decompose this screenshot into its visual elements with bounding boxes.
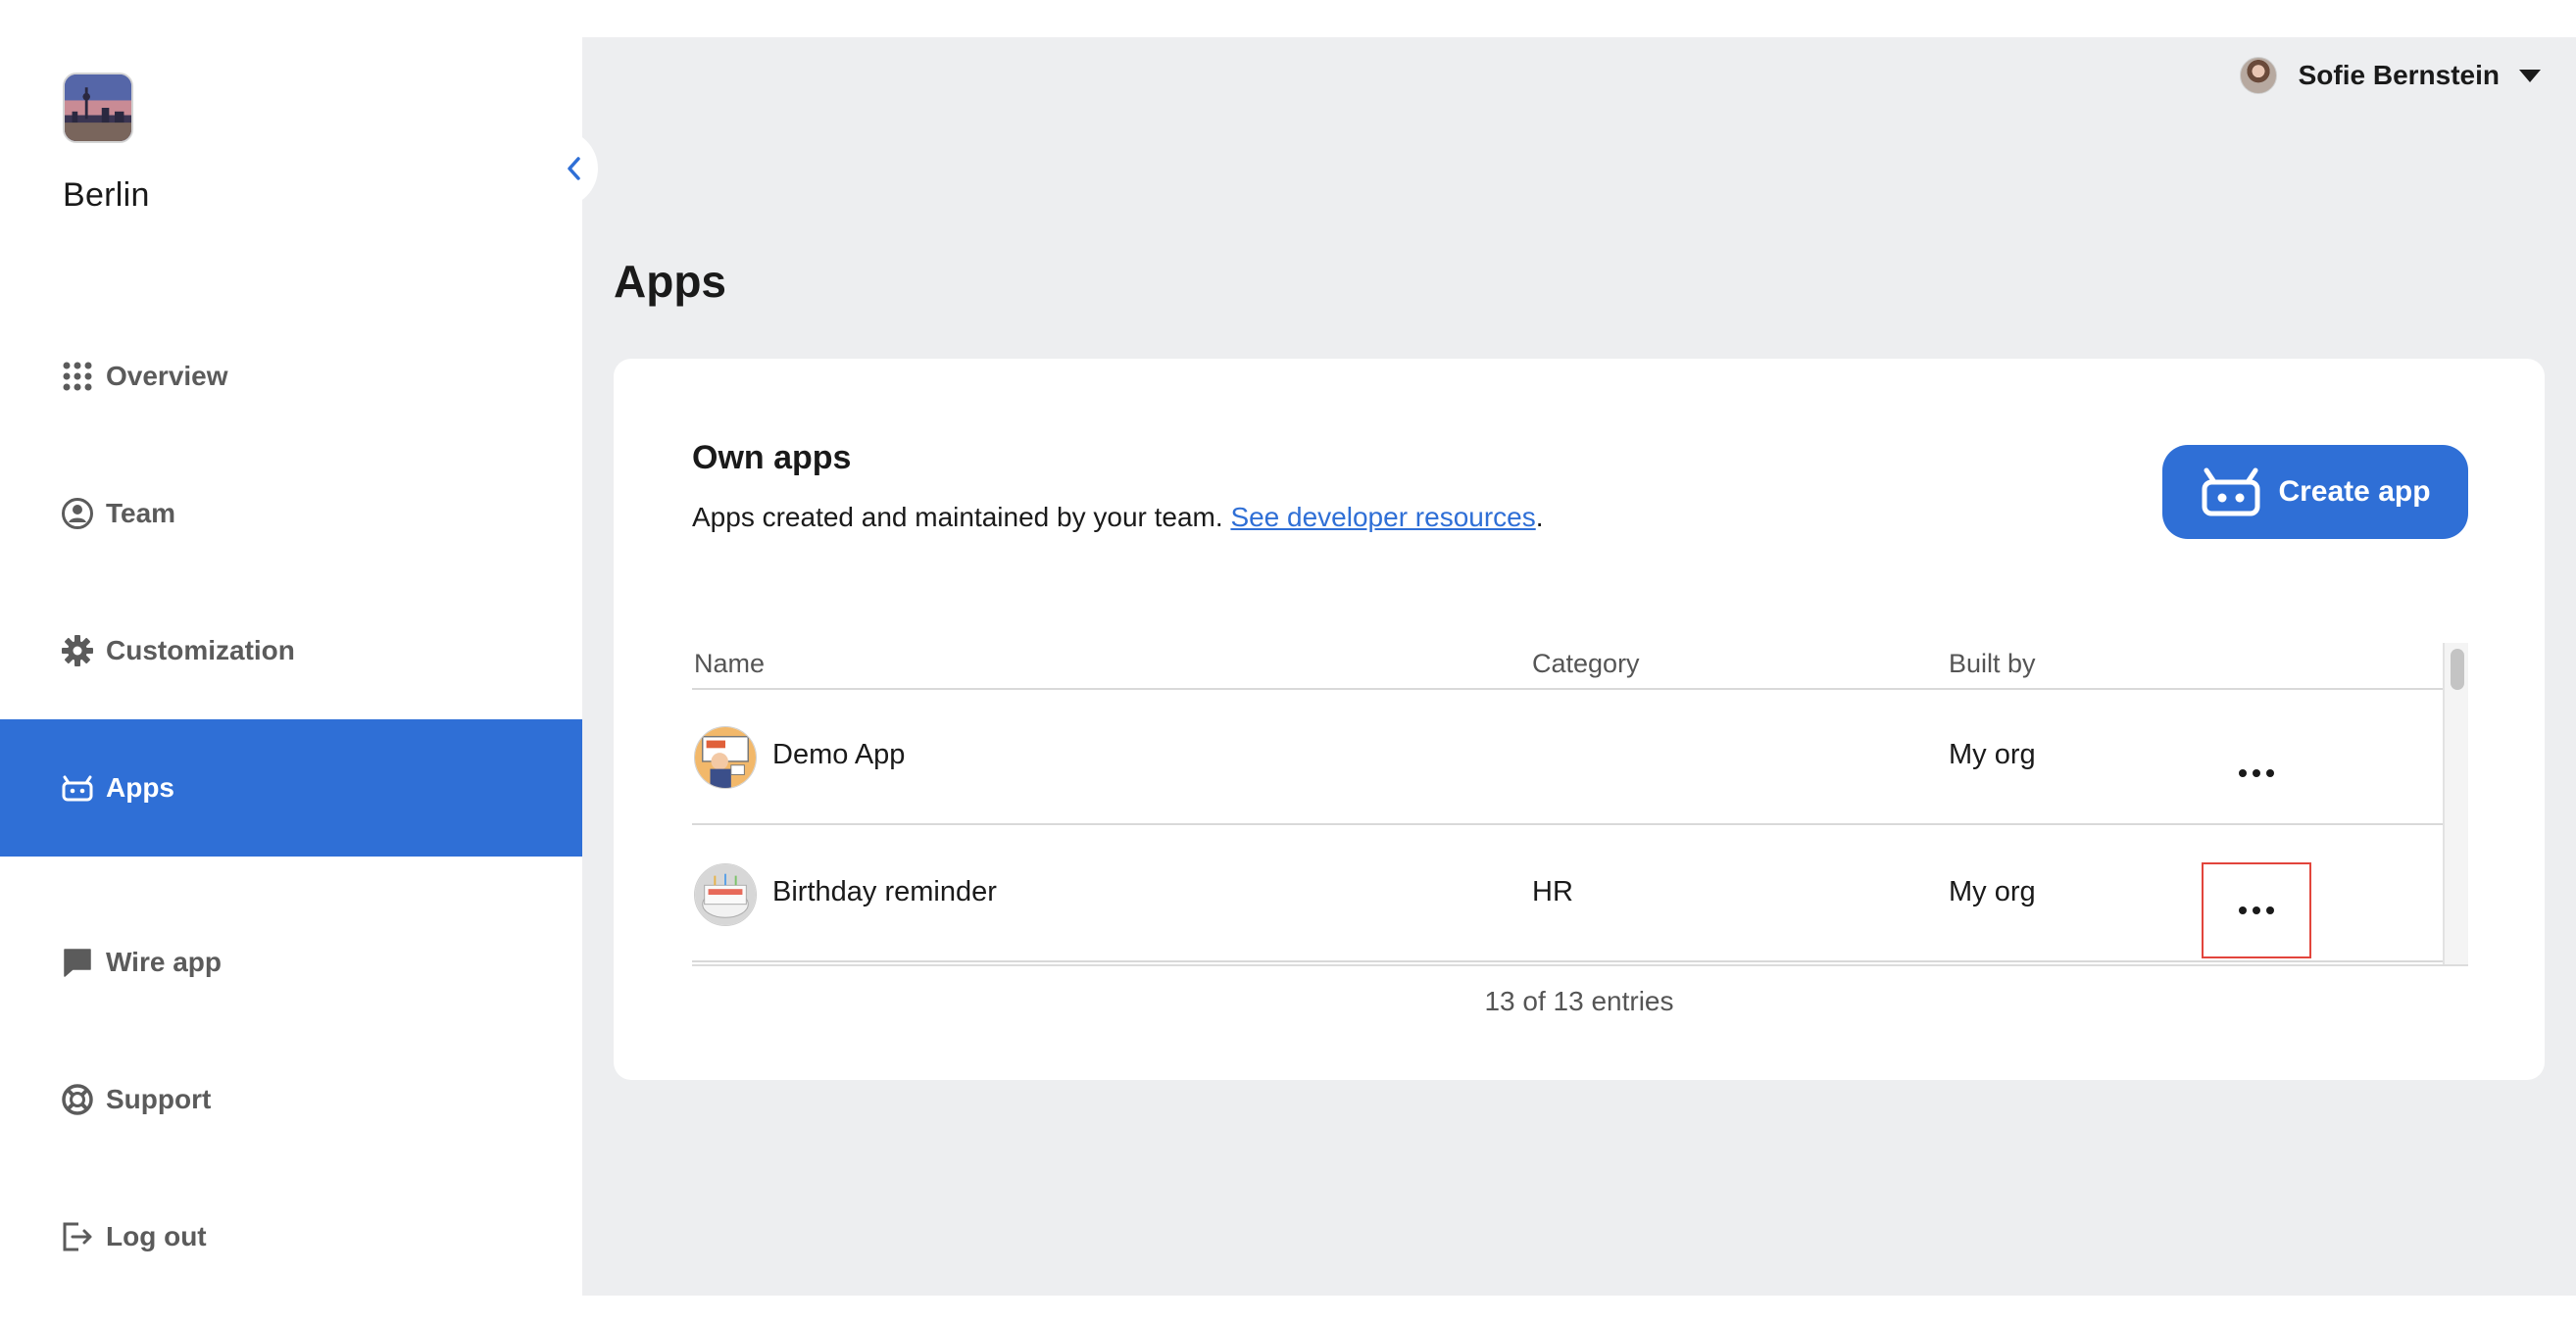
sidebar-item-label: Team (106, 498, 176, 528)
column-header-category: Category (1532, 649, 1640, 678)
app-category: HR (1532, 876, 1573, 907)
sidebar-item-support[interactable]: Support (0, 1031, 582, 1168)
robot-icon (61, 771, 94, 805)
grid-icon (61, 360, 94, 393)
sidebar-item-team[interactable]: Team (0, 445, 582, 582)
robot-icon (2200, 465, 2262, 519)
lifebuoy-icon (61, 1083, 94, 1116)
own-apps-description: Apps created and maintained by your team… (692, 502, 1544, 533)
main-content: Sofie Bernstein Apps Own apps Apps creat… (582, 37, 2576, 1296)
create-app-label: Create app (2278, 475, 2431, 508)
sidebar-item-label: Overview (106, 361, 228, 391)
caret-down-icon (2519, 69, 2541, 82)
own-apps-title: Own apps (692, 439, 852, 476)
sidebar-item-wire-app[interactable]: Wire app (0, 894, 582, 1031)
description-text: Apps created and maintained by your team… (692, 502, 1223, 532)
table-row[interactable]: Demo App My org (692, 690, 2443, 825)
logout-icon (61, 1220, 94, 1253)
column-header-name: Name (694, 649, 766, 678)
app-name: Demo App (772, 739, 906, 770)
entries-count: 13 of 13 entries (1484, 986, 1674, 1016)
sidebar-item-customization[interactable]: Customization (0, 582, 582, 719)
user-name: Sofie Bernstein (2298, 60, 2500, 90)
sidebar-item-label: Wire app (106, 947, 222, 977)
ellipsis-icon (2239, 769, 2274, 777)
description-suffix: . (1535, 502, 1544, 532)
app-window: Berlin Overview Team Customization Apps … (0, 0, 2576, 1323)
sidebar-item-label: Customization (106, 635, 295, 665)
more-options-button[interactable] (2202, 725, 2311, 821)
user-circle-icon (61, 497, 94, 530)
avatar (2239, 57, 2277, 94)
sidebar-item-label: Support (106, 1084, 212, 1114)
more-options-button[interactable] (2202, 862, 2311, 958)
app-built-by: My org (1949, 876, 2036, 907)
ellipsis-icon (2239, 906, 2274, 914)
birthday-reminder-icon (694, 863, 757, 926)
team-name: Berlin (63, 176, 150, 214)
page-title: Apps (614, 256, 726, 307)
table-scrollbar[interactable] (2443, 643, 2468, 964)
demo-app-icon (694, 726, 757, 789)
scrollbar-thumb[interactable] (2451, 649, 2464, 690)
table-row[interactable]: Birthday reminder HR My org (692, 827, 2443, 962)
create-app-button[interactable]: Create app (2162, 445, 2468, 539)
app-name: Birthday reminder (772, 876, 997, 907)
user-menu[interactable]: Sofie Bernstein (2239, 55, 2541, 96)
apps-table: Name Category Built by Demo App My org B… (692, 643, 2468, 966)
chevron-left-icon (568, 157, 580, 180)
sidebar-item-apps[interactable]: Apps (0, 719, 582, 857)
sidebar-item-label: Apps (106, 772, 174, 803)
column-header-built-by: Built by (1949, 649, 2036, 678)
own-apps-card: Own apps Apps created and maintained by … (614, 359, 2545, 1080)
sidebar-item-label: Log out (106, 1221, 207, 1251)
app-built-by: My org (1949, 739, 2036, 770)
sidebar: Berlin Overview Team Customization Apps … (0, 0, 598, 1296)
sidebar-item-overview[interactable]: Overview (0, 308, 582, 445)
team-logo (63, 73, 133, 143)
table-header: Name Category Built by (692, 643, 2443, 690)
chat-bubble-icon (61, 946, 94, 979)
developer-resources-link[interactable]: See developer resources (1230, 502, 1535, 532)
gear-icon (61, 634, 94, 667)
sidebar-item-logout[interactable]: Log out (0, 1168, 582, 1305)
